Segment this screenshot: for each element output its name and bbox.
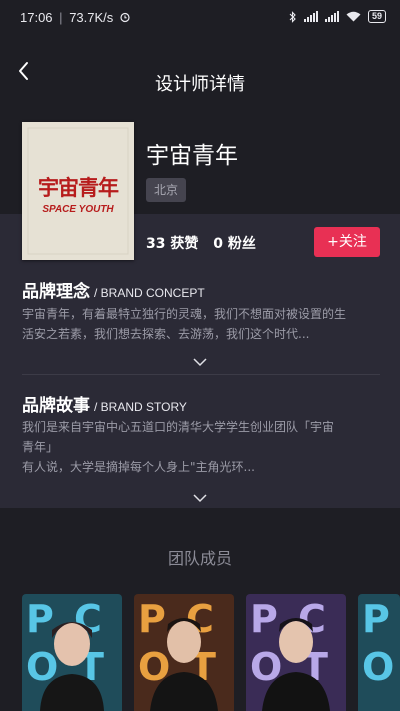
- status-icons: 59: [289, 10, 386, 23]
- designer-stats: 33 获赞 0 粉丝: [146, 233, 266, 253]
- status-time-group: 17:06 | 73.7K/s: [20, 10, 131, 25]
- status-bar: 17:06 | 73.7K/s 59: [0, 0, 400, 36]
- chevron-down-icon: [193, 494, 207, 503]
- member-photo: P O: [358, 594, 400, 711]
- bluetooth-icon: [289, 10, 296, 23]
- member-photo: P C O T: [134, 594, 234, 711]
- brand-story-line: 有人说，大学是摘掉每个人身上"主角光环...: [22, 460, 255, 474]
- svg-text:P: P: [138, 597, 166, 641]
- brand-story-title: 品牌故事: [22, 396, 90, 416]
- wifi-icon: [346, 11, 361, 22]
- status-time: 17:06: [20, 10, 53, 25]
- brand-concept-line: 活安之若素，我们想去探索、去游荡，我们这个时代...: [22, 327, 310, 341]
- cover-title-en: SPACE YOUTH: [42, 204, 114, 215]
- svg-text:P: P: [362, 597, 390, 641]
- signal-2-icon: [324, 11, 339, 22]
- brand-concept-heading: 品牌理念 / BRAND CONCEPT: [22, 277, 205, 302]
- location-badge: 北京: [146, 178, 187, 202]
- svg-text:P: P: [250, 597, 278, 641]
- team-title: 团队成员: [167, 549, 232, 568]
- member-photo: P C O T: [22, 594, 122, 711]
- expand-brand-story-button[interactable]: [193, 488, 207, 503]
- expand-brand-concept-button[interactable]: [193, 352, 207, 367]
- brand-story-heading: 品牌故事 / BRAND STORY: [22, 391, 187, 416]
- member-photo: P C O T: [246, 594, 346, 711]
- network-speed: 73.7K/s: [69, 10, 114, 25]
- brand-story-text: 我们是来自宇宙中心五道口的清华大学学生创业团队「宇宙 青年」 有人说，大学是摘掉…: [22, 417, 382, 477]
- designer-name: 宇宙青年: [146, 143, 238, 169]
- section-divider: [22, 374, 380, 375]
- cover-title-cn: 宇宙青年: [38, 176, 119, 200]
- team-member-card[interactable]: P C O T: [134, 594, 234, 711]
- brand-concept-subtitle: / BRAND CONCEPT: [94, 286, 205, 300]
- team-member-card[interactable]: P O: [358, 594, 400, 711]
- alarm-icon: [120, 12, 130, 23]
- nav-bar: 设计师详情: [0, 36, 400, 120]
- brand-concept-title: 品牌理念: [22, 282, 90, 302]
- brand-concept-line: 宇宙青年，有着最特立独行的灵魂，我们不想面对被设置的生: [22, 307, 347, 321]
- svg-text:P: P: [26, 597, 54, 641]
- brand-concept-text: 宇宙青年，有着最特立独行的灵魂，我们不想面对被设置的生 活安之若素，我们想去探索…: [22, 304, 382, 344]
- signal-1-icon: [303, 11, 318, 22]
- likes-count: 33 获赞: [146, 236, 199, 252]
- team-member-card[interactable]: P C O T: [22, 594, 122, 711]
- brand-story-line: 青年」: [22, 440, 59, 454]
- battery-icon: 59: [367, 10, 386, 23]
- brand-story-line: 我们是来自宇宙中心五道口的清华大学学生创业团队「宇宙: [22, 420, 335, 434]
- page-title: 设计师详情: [155, 74, 245, 95]
- fans-count: 0 粉丝: [213, 236, 256, 252]
- team-member-card[interactable]: P C O T: [246, 594, 346, 711]
- designer-avatar: 宇宙青年 SPACE YOUTH: [22, 122, 134, 260]
- follow-button[interactable]: +关注: [314, 227, 380, 257]
- chevron-down-icon: [193, 358, 207, 367]
- brand-story-subtitle: / BRAND STORY: [94, 400, 187, 414]
- svg-text:O: O: [362, 645, 394, 689]
